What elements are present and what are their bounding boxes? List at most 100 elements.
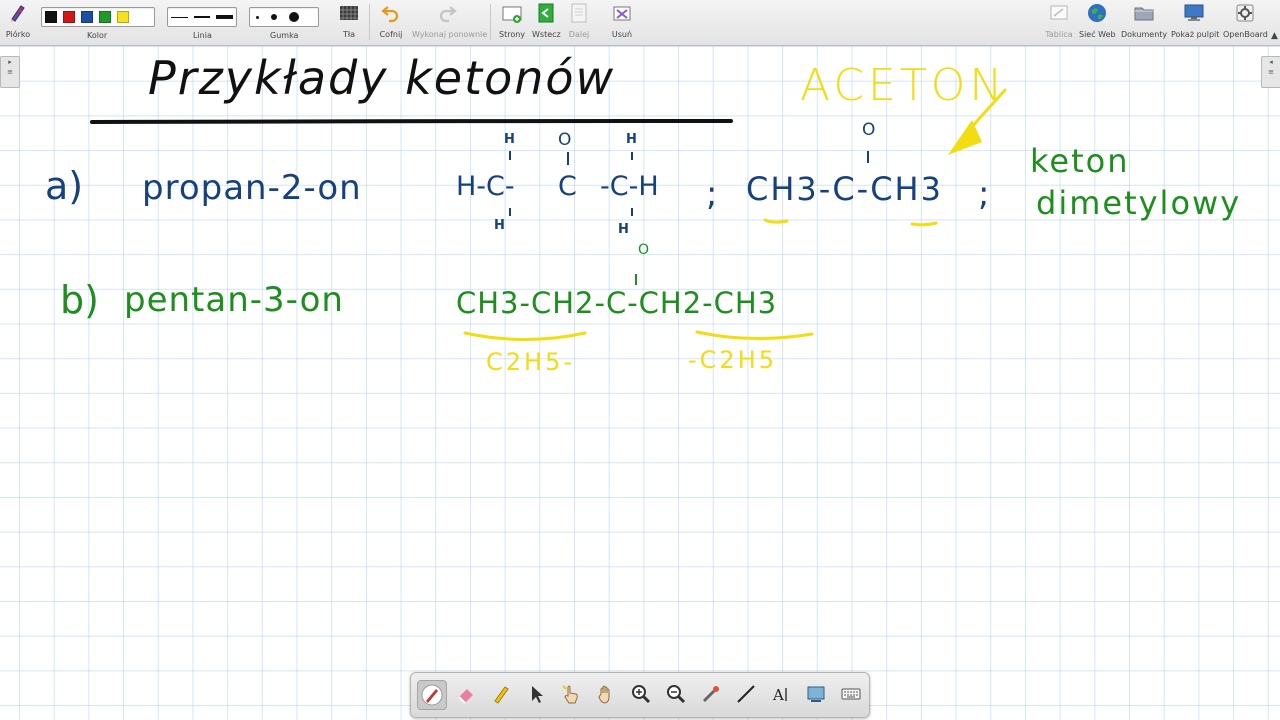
documents-button[interactable]: Dokumenty — [1121, 2, 1167, 39]
laser-pointer-tool[interactable] — [697, 680, 725, 708]
color-red-swatch[interactable] — [63, 11, 75, 23]
item-a-marker: a) — [45, 164, 84, 208]
web-button[interactable]: Sieć Web — [1079, 2, 1116, 39]
pen-tool[interactable] — [417, 680, 447, 710]
hand-icon — [598, 685, 610, 704]
h-bottom-left: H — [494, 218, 505, 233]
zoom-out-icon — [667, 685, 686, 704]
eraser-tool[interactable] — [452, 680, 480, 708]
desktop-icon — [1184, 4, 1204, 21]
hand-tool[interactable] — [592, 680, 620, 708]
ch3-underline-right — [910, 221, 938, 227]
structural-left: H-C- — [456, 171, 515, 202]
collapse-arrow-icon[interactable]: ▲ — [1271, 31, 1278, 41]
board-icon — [1050, 5, 1068, 20]
web-label: Sieć Web — [1079, 30, 1116, 39]
gear-icon — [1236, 4, 1254, 22]
h-top-left: H — [504, 132, 515, 147]
zoom-out-tool[interactable] — [662, 680, 690, 708]
delete-button[interactable]: Usuń — [609, 2, 635, 39]
left-panel-toggle[interactable]: ▸ ≡ — [0, 56, 20, 88]
ethyl-right: -C2H5 — [688, 346, 778, 374]
structural-right: -C-H — [600, 171, 659, 202]
pen-tool-button[interactable]: Piórko — [4, 2, 32, 39]
condensed-formula: CH3-C-CH3 — [746, 170, 943, 208]
add-page-icon — [502, 6, 522, 23]
next-page-icon — [571, 3, 587, 23]
highlighter-tool[interactable] — [487, 680, 515, 708]
right-panel-toggle[interactable]: ◂ ≡ — [1261, 56, 1280, 88]
ethyl-brace-left — [463, 331, 587, 341]
highlighter-icon — [494, 686, 509, 704]
delete-page-icon — [613, 6, 631, 21]
color-label: Kolor — [87, 31, 108, 40]
handle-icon: ≡ — [7, 68, 13, 76]
ethyl-left: C2H5- — [486, 348, 576, 376]
pentanone-formula: CH3-CH2-C-CH2-CH3 — [456, 286, 778, 320]
toolbar-separator — [369, 4, 370, 40]
openboard-menu-button[interactable]: OpenBoard — [1223, 2, 1268, 39]
h-top-right: H — [626, 132, 637, 147]
pages-button[interactable]: Strony — [499, 2, 525, 39]
color-green-swatch[interactable] — [99, 11, 111, 23]
laser-pointer-icon — [702, 686, 719, 703]
pointer-icon — [532, 686, 543, 703]
separator-semicolon: ; — [706, 174, 718, 214]
keyboard-icon — [841, 688, 861, 700]
background-button[interactable]: Tła — [335, 2, 363, 39]
line-thick-option[interactable] — [216, 15, 234, 19]
color-black-swatch[interactable] — [45, 11, 57, 23]
previous-page-icon — [538, 3, 554, 23]
show-desktop-button[interactable]: Pokaż pulpit — [1171, 2, 1220, 39]
pentanone-name: pentan-3-on — [124, 280, 344, 320]
capture-tool[interactable] — [802, 680, 830, 708]
eraser-medium-option[interactable] — [271, 14, 277, 20]
text-icon: A — [772, 686, 787, 704]
eraser-small-option[interactable] — [256, 15, 259, 19]
pen-icon — [421, 684, 443, 706]
chevron-left-icon: ◂ — [1269, 58, 1273, 66]
background-label: Tła — [342, 30, 356, 39]
board-mode-button[interactable]: Tablica — [1044, 2, 1074, 39]
show-desktop-label: Pokaż pulpit — [1171, 30, 1220, 39]
redo-icon — [439, 6, 457, 23]
openboard-label: OpenBoard — [1223, 30, 1268, 39]
acetone-label: ACETON — [800, 60, 1007, 111]
eraser-label: Gumka — [270, 31, 299, 40]
structural-mid: C — [558, 171, 577, 202]
color-blue-swatch[interactable] — [81, 11, 93, 23]
eraser-large-option[interactable] — [289, 12, 299, 22]
undo-button[interactable]: Cofnij — [377, 2, 405, 39]
line-medium-option[interactable] — [193, 16, 211, 18]
interact-tool[interactable] — [557, 680, 585, 708]
documents-label: Dokumenty — [1121, 30, 1168, 39]
title-underline — [90, 119, 733, 124]
board-label: Tablica — [1045, 30, 1073, 39]
line-tool[interactable] — [732, 680, 760, 708]
pen-icon — [11, 5, 25, 22]
redo-button[interactable]: Wykonaj ponownie — [412, 2, 487, 39]
end-semicolon: ; — [978, 174, 990, 214]
svg-text:A: A — [772, 686, 784, 704]
eraser-size-palette — [249, 7, 319, 27]
propanone-name: propan-2-on — [142, 168, 362, 208]
back-button[interactable]: Wstecz — [532, 2, 561, 39]
color-yellow-swatch[interactable] — [117, 11, 129, 23]
line-thin-option[interactable] — [171, 16, 188, 18]
virtual-keyboard-tool[interactable] — [837, 680, 865, 708]
acetone-arrow-head — [948, 120, 982, 155]
background-grid-icon — [340, 6, 358, 20]
next-button[interactable]: Dalej — [567, 2, 591, 39]
selector-tool[interactable] — [522, 680, 550, 708]
condensed-oxygen: O — [862, 120, 876, 140]
whiteboard-canvas[interactable]: Przykłady ketonów ACETON a) propan-2-on … — [0, 46, 1280, 720]
next-label: Dalej — [568, 30, 590, 39]
handle-icon: ≡ — [1268, 68, 1274, 76]
text-tool[interactable]: A — [767, 680, 795, 708]
pen-label: Piórko — [5, 30, 31, 39]
undo-label: Cofnij — [379, 30, 403, 39]
item-b-marker: b) — [60, 278, 99, 322]
h-bottom-right: H — [618, 222, 629, 237]
ch3-underline-left — [763, 218, 789, 224]
zoom-in-tool[interactable] — [627, 680, 655, 708]
